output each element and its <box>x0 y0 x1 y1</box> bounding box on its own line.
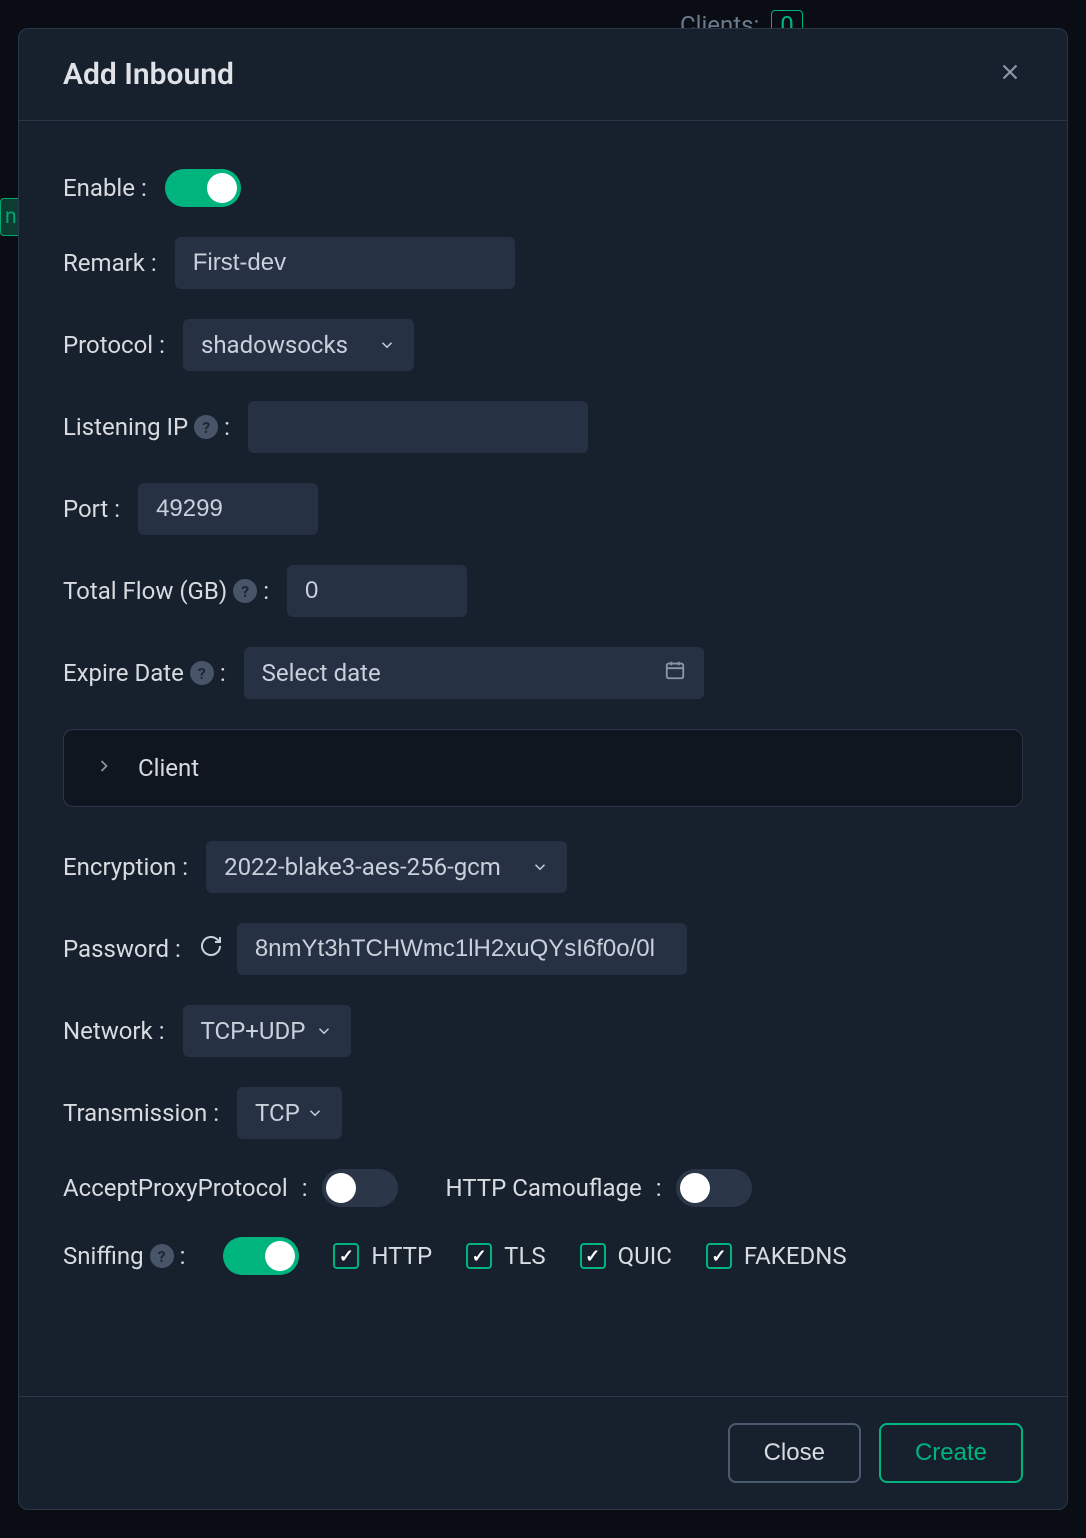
remark-row: Remark: <box>63 237 1023 289</box>
sniffing-row: Sniffing ?: HTTP TLS QUIC FAKEDNS <box>63 1237 1023 1275</box>
sniff-tls-checkbox[interactable] <box>466 1243 492 1269</box>
enable-toggle[interactable] <box>165 169 241 207</box>
remark-label: Remark <box>63 249 145 277</box>
expire-date-placeholder: Select date <box>262 659 381 687</box>
sniff-tls-label: TLS <box>504 1242 546 1270</box>
network-label: Network <box>63 1017 153 1045</box>
transmission-label: Transmission <box>63 1099 207 1127</box>
close-button[interactable]: Close <box>728 1423 861 1483</box>
close-icon[interactable] <box>997 59 1023 90</box>
help-icon[interactable]: ? <box>190 661 214 685</box>
calendar-icon <box>664 659 686 687</box>
accept-proxy-toggle[interactable] <box>322 1169 398 1207</box>
chevron-down-icon <box>378 336 396 354</box>
total-flow-row: Total Flow (GB) ?: <box>63 565 1023 617</box>
encryption-value: 2022-blake3-aes-256-gcm <box>224 853 501 881</box>
port-label: Port <box>63 495 108 523</box>
sniff-fakedns-wrap: FAKEDNS <box>706 1242 847 1270</box>
enable-label: Enable <box>63 174 135 202</box>
modal-body: Enable: Remark: Protocol: shadowsocks Li… <box>19 121 1067 1396</box>
sniff-fakedns-checkbox[interactable] <box>706 1243 732 1269</box>
protocol-label: Protocol <box>63 331 153 359</box>
encryption-row: Encryption: 2022-blake3-aes-256-gcm <box>63 841 1023 893</box>
http-camo-toggle[interactable] <box>676 1169 752 1207</box>
sniff-quic-checkbox[interactable] <box>580 1243 606 1269</box>
network-select[interactable]: TCP+UDP <box>183 1005 352 1057</box>
network-value: TCP+UDP <box>201 1017 306 1045</box>
chevron-down-icon <box>315 1022 333 1040</box>
help-icon[interactable]: ? <box>233 579 257 603</box>
protocol-select[interactable]: shadowsocks <box>183 319 414 371</box>
expire-date-row: Expire Date ?: Select date <box>63 647 1023 699</box>
password-label: Password <box>63 935 169 963</box>
http-camo-label: HTTP Camouflage <box>446 1174 642 1202</box>
sniff-tls-wrap: TLS <box>466 1242 546 1270</box>
create-button[interactable]: Create <box>879 1423 1023 1483</box>
client-section-label: Client <box>138 754 199 782</box>
sniff-http-checkbox[interactable] <box>333 1243 359 1269</box>
protocol-row: Protocol: shadowsocks <box>63 319 1023 371</box>
sniff-quic-wrap: QUIC <box>580 1242 672 1270</box>
sniffing-label: Sniffing <box>63 1242 144 1270</box>
port-input[interactable] <box>138 483 318 535</box>
add-inbound-modal: Add Inbound Enable: Remark: Protocol: sh… <box>18 28 1068 1510</box>
sniffing-toggle[interactable] <box>223 1237 299 1275</box>
total-flow-label: Total Flow (GB) <box>63 577 227 605</box>
enable-row: Enable: <box>63 169 1023 207</box>
transmission-row: Transmission: TCP <box>63 1087 1023 1139</box>
sniff-quic-label: QUIC <box>618 1242 672 1270</box>
listening-ip-label: Listening IP <box>63 413 188 441</box>
protocol-value: shadowsocks <box>201 331 348 359</box>
sniff-http-label: HTTP <box>371 1242 432 1270</box>
modal-title: Add Inbound <box>63 57 234 92</box>
refresh-icon[interactable] <box>199 934 223 964</box>
chevron-down-icon <box>306 1104 324 1122</box>
listening-ip-input[interactable] <box>248 401 588 453</box>
sniff-http-wrap: HTTP <box>333 1242 432 1270</box>
expire-date-label: Expire Date <box>63 659 184 687</box>
client-collapser[interactable]: Client <box>63 729 1023 807</box>
expire-date-input[interactable]: Select date <box>244 647 704 699</box>
encryption-select[interactable]: 2022-blake3-aes-256-gcm <box>206 841 567 893</box>
chevron-down-icon <box>531 858 549 876</box>
transmission-value: TCP <box>255 1099 300 1127</box>
network-row: Network: TCP+UDP <box>63 1005 1023 1057</box>
sniff-fakedns-label: FAKEDNS <box>744 1242 847 1270</box>
encryption-label: Encryption <box>63 853 176 881</box>
help-icon[interactable]: ? <box>150 1244 174 1268</box>
help-icon[interactable]: ? <box>194 415 218 439</box>
total-flow-input[interactable] <box>287 565 467 617</box>
remark-input[interactable] <box>175 237 515 289</box>
accept-proxy-label: AcceptProxyProtocol <box>63 1174 288 1202</box>
modal-footer: Close Create <box>19 1396 1067 1509</box>
modal-header: Add Inbound <box>19 29 1067 121</box>
password-row: Password: <box>63 923 1023 975</box>
port-row: Port: <box>63 483 1023 535</box>
chevron-right-icon <box>94 754 114 782</box>
proxy-camo-row: AcceptProxyProtocol: HTTP Camouflage: <box>63 1169 1023 1207</box>
password-input[interactable] <box>237 923 687 975</box>
listening-ip-row: Listening IP ?: <box>63 401 1023 453</box>
transmission-select[interactable]: TCP <box>237 1087 342 1139</box>
